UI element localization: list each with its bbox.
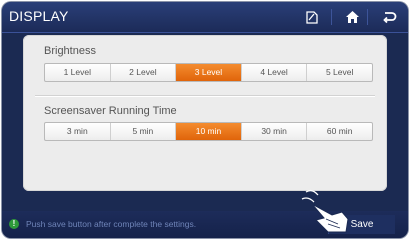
screensaver-selector: 3 min 5 min 10 min 30 min 60 min <box>44 122 373 141</box>
title-separator <box>331 9 332 25</box>
brightness-label: Brightness <box>44 45 96 57</box>
home-icon[interactable] <box>343 8 361 26</box>
screensaver-option[interactable]: 30 min <box>242 123 308 140</box>
info-icon: ! <box>9 219 19 229</box>
brightness-option[interactable]: 1 Level <box>45 64 111 81</box>
brightness-option[interactable]: 3 Level <box>176 64 242 81</box>
brightness-option[interactable]: 2 Level <box>111 64 177 81</box>
status-message: Push save button after complete the sett… <box>26 219 197 229</box>
title-separator <box>367 9 368 25</box>
brightness-option[interactable]: 4 Level <box>242 64 308 81</box>
screensaver-option[interactable]: 3 min <box>45 123 111 140</box>
back-icon[interactable] <box>380 8 398 26</box>
section-divider <box>35 95 375 96</box>
title-bar: DISPLAY <box>2 2 408 33</box>
screensaver-option[interactable]: 60 min <box>307 123 372 140</box>
brightness-option[interactable]: 5 Level <box>307 64 372 81</box>
settings-panel: Brightness 1 Level 2 Level 3 Level 4 Lev… <box>23 35 387 191</box>
screensaver-label: Screensaver Running Time <box>44 105 177 117</box>
screensaver-option[interactable]: 10 min <box>176 123 242 140</box>
screensaver-option[interactable]: 5 min <box>111 123 177 140</box>
device-screen: DISPLAY Brightness 1 Level 2 Level 3 Lev… <box>2 2 408 238</box>
brightness-selector: 1 Level 2 Level 3 Level 4 Level 5 Level <box>44 63 373 82</box>
edit-icon[interactable] <box>303 8 321 26</box>
page-title: DISPLAY <box>9 8 69 24</box>
pointing-hand-icon <box>301 189 349 233</box>
